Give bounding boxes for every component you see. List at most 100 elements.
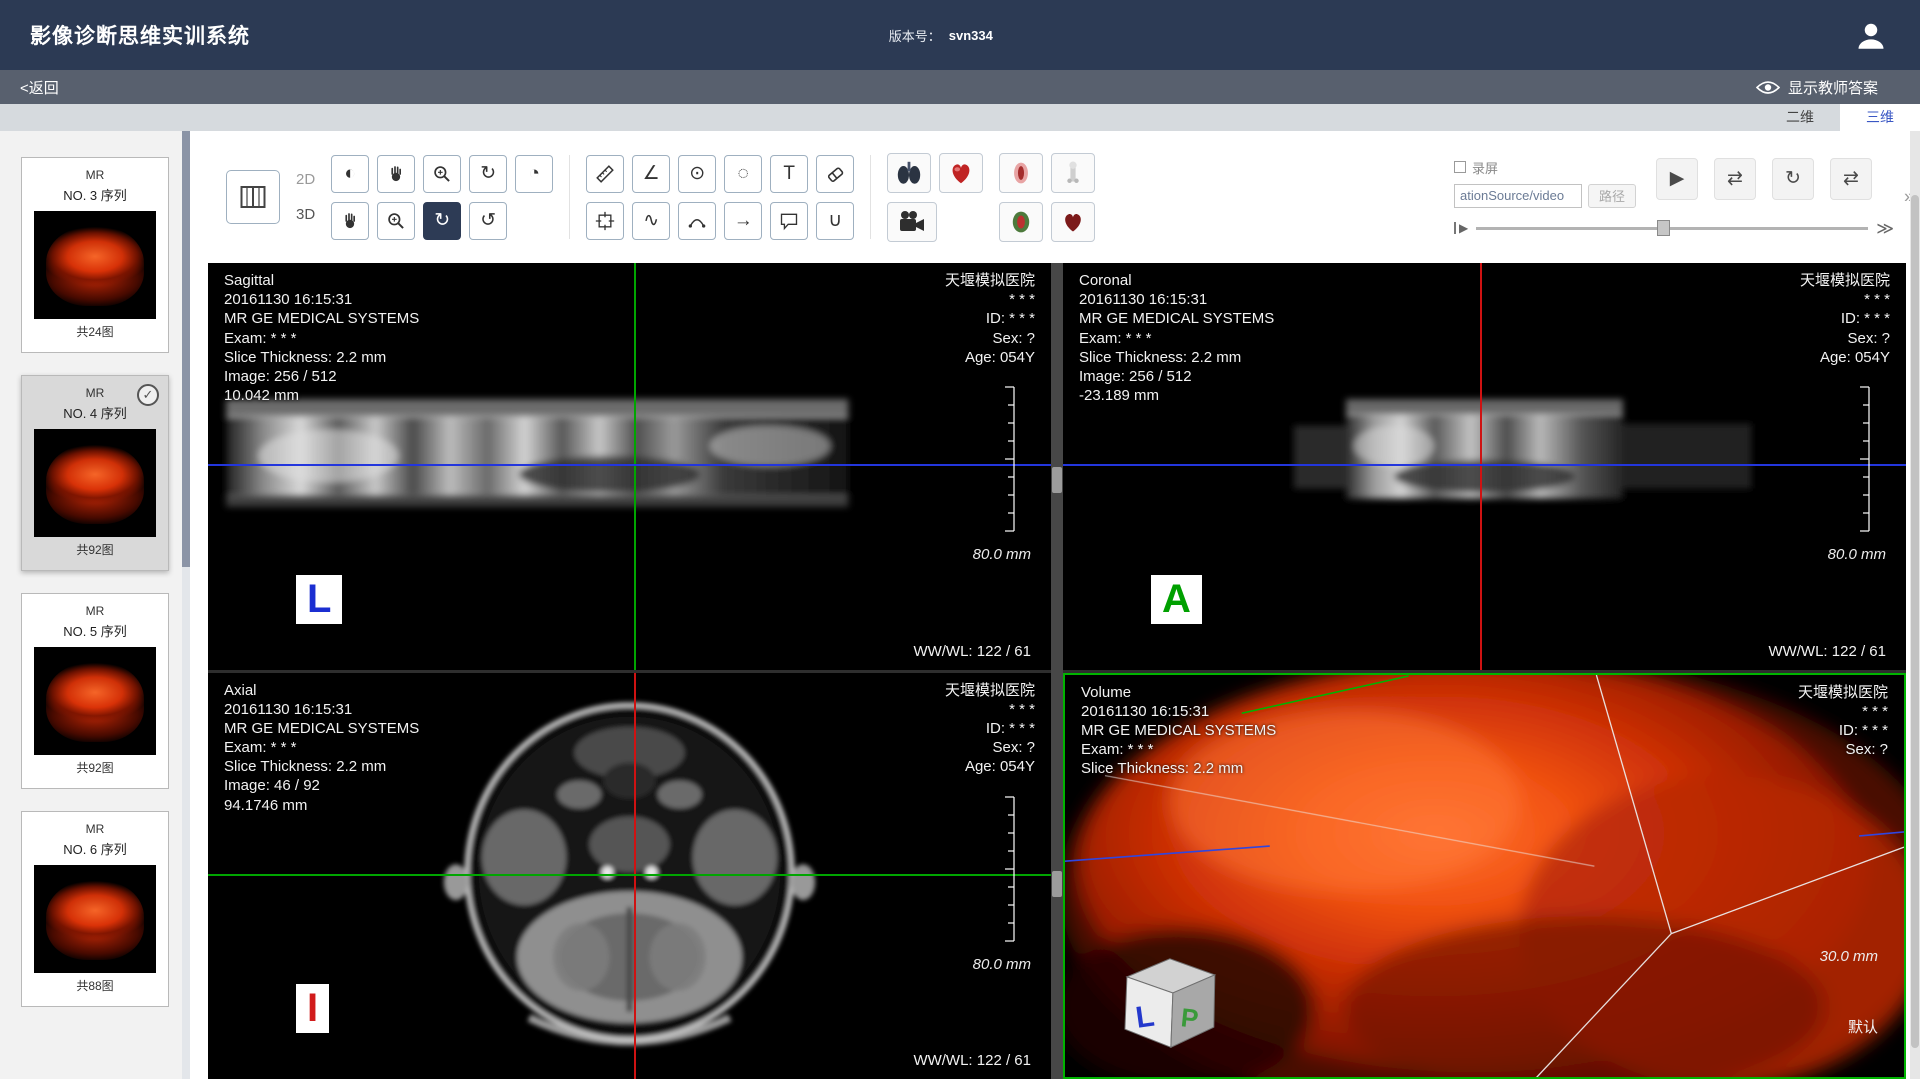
scale-value: 80.0 mm bbox=[973, 546, 1031, 563]
series-modality: MR bbox=[22, 604, 168, 618]
divider-drag-handle[interactable] bbox=[1052, 871, 1062, 897]
user-avatar-icon[interactable] bbox=[1852, 16, 1890, 54]
eye-icon bbox=[1756, 80, 1780, 95]
vp-exam: Exam: * * * bbox=[1081, 740, 1276, 759]
play-button[interactable]: ▶ bbox=[1656, 158, 1698, 200]
slider-track[interactable] bbox=[1476, 227, 1868, 230]
layout-button[interactable] bbox=[226, 170, 280, 224]
vp-id: ID: * * * bbox=[1800, 309, 1890, 328]
circle-center-icon: ⊙ bbox=[689, 162, 705, 185]
slider-handle[interactable] bbox=[1657, 220, 1670, 236]
preset-group-1 bbox=[887, 153, 983, 242]
arrow-icon: → bbox=[734, 210, 753, 232]
vp-sex: Sex: ? bbox=[1800, 329, 1890, 348]
rotate-2d-button[interactable]: ↻ bbox=[469, 155, 507, 193]
back-button[interactable]: <返回 bbox=[20, 77, 59, 98]
pan-3d-button[interactable] bbox=[331, 202, 369, 240]
dark-heart-preset-icon bbox=[1060, 208, 1086, 236]
selected-check-icon: ✓ bbox=[137, 384, 159, 406]
loop-button[interactable]: ⇄ bbox=[1714, 158, 1756, 200]
preset-throat-button[interactable] bbox=[999, 153, 1043, 193]
viewport-axial[interactable]: Axial 20161130 16:15:31 MR GE MEDICAL SY… bbox=[208, 673, 1051, 1079]
cube-back-label: P bbox=[1179, 1002, 1199, 1034]
series-card-4[interactable]: ✓ MR NO. 4 序列 共92图 bbox=[21, 375, 169, 571]
tab-3d[interactable]: 三维 bbox=[1840, 104, 1920, 131]
series-card-3[interactable]: MR NO. 3 序列 共24图 bbox=[21, 157, 169, 353]
vp-age: Age: 054Y bbox=[945, 348, 1035, 367]
series-thumbnail bbox=[34, 211, 156, 319]
text-annotation-button[interactable]: T bbox=[770, 155, 808, 193]
replay-button[interactable]: ↻ bbox=[1772, 158, 1814, 200]
record-path-input[interactable] bbox=[1454, 184, 1582, 208]
app-title: 影像诊断思维实训系统 bbox=[30, 20, 250, 50]
version-info: 版本号： svn334 bbox=[889, 26, 993, 45]
preset-heart-button[interactable] bbox=[939, 153, 983, 193]
volume-preset-label: 默认 bbox=[1848, 1016, 1878, 1037]
record-checkbox[interactable] bbox=[1454, 161, 1466, 173]
eraser-button[interactable] bbox=[816, 155, 854, 193]
bone-preset-icon bbox=[1060, 159, 1086, 187]
crosshair-horizontal-line[interactable] bbox=[1063, 464, 1906, 466]
crosshair-vertical-line[interactable] bbox=[634, 263, 636, 670]
zoom-3d-button[interactable] bbox=[377, 202, 415, 240]
preset-anatomy-button[interactable] bbox=[999, 202, 1043, 242]
tab-2d[interactable]: 二维 bbox=[1760, 104, 1840, 131]
wave-icon: ∿ bbox=[643, 209, 659, 232]
series-modality: MR bbox=[22, 168, 168, 182]
spline-tool-button[interactable] bbox=[678, 202, 716, 240]
vp-name: Coronal bbox=[1079, 271, 1274, 290]
viewport-sagittal[interactable]: Sagittal 20161130 16:15:31 MR GE MEDICAL… bbox=[208, 263, 1051, 670]
sidebar-scrollbar-thumb[interactable] bbox=[182, 131, 190, 567]
zoom-2d-button[interactable] bbox=[423, 155, 461, 193]
record-toggle[interactable]: 录屏 bbox=[1454, 158, 1636, 177]
crosshair-vertical-line[interactable] bbox=[1480, 263, 1482, 670]
contrast-2d-button[interactable]: ◔ bbox=[515, 155, 553, 193]
curve-tool-button[interactable]: ∿ bbox=[632, 202, 670, 240]
crosshair-tool-button[interactable] bbox=[586, 202, 624, 240]
crosshair-horizontal-line[interactable] bbox=[208, 464, 1051, 466]
arrow-annotation-button[interactable]: → bbox=[724, 202, 762, 240]
dotted-circle-roi-button[interactable]: ◌ bbox=[724, 155, 762, 193]
reset-rotate-icon: ↺ bbox=[480, 209, 496, 232]
reset-rotate-3d-button[interactable]: ↺ bbox=[469, 202, 507, 240]
show-teacher-answer-button[interactable]: 显示教师答案 bbox=[1756, 77, 1900, 98]
divider-drag-handle[interactable] bbox=[1052, 467, 1062, 493]
crosshair-icon bbox=[595, 211, 615, 231]
eraser-icon bbox=[824, 163, 846, 185]
record-path-button[interactable]: 路径 bbox=[1588, 184, 1636, 208]
bounce-button[interactable]: ⇄ bbox=[1830, 158, 1872, 200]
comment-tool-button[interactable] bbox=[770, 202, 808, 240]
series-card-6[interactable]: MR NO. 6 序列 共88图 bbox=[21, 811, 169, 1007]
slider-start-icon: ▶ bbox=[1454, 222, 1468, 234]
viewer-grid: Sagittal 20161130 16:15:31 MR GE MEDICAL… bbox=[208, 263, 1906, 1079]
contrast-icon: ◔ bbox=[528, 163, 539, 185]
pan-2d-button[interactable] bbox=[377, 155, 415, 193]
crosshair-horizontal-line[interactable] bbox=[208, 874, 1051, 876]
viewport-volume-3d[interactable]: L P Volume 20161130 16:15:31 MR GE MEDIC… bbox=[1063, 673, 1906, 1079]
layout-grid-icon bbox=[240, 184, 266, 210]
series-name: NO. 6 序列 bbox=[22, 839, 168, 858]
window-level-2d-button[interactable]: ◐ bbox=[331, 155, 369, 193]
vp-stars: * * * bbox=[1800, 290, 1890, 309]
page-scrollbar[interactable] bbox=[1910, 131, 1920, 1079]
coronal-meta-left: Coronal 20161130 16:15:31 MR GE MEDICAL … bbox=[1079, 271, 1274, 405]
angle-tool-button[interactable]: ∠ bbox=[632, 155, 670, 193]
preset-bone-button[interactable] bbox=[1051, 153, 1095, 193]
sidebar-scrollbar[interactable] bbox=[182, 131, 190, 1079]
circle-roi-button[interactable]: ⊙ bbox=[678, 155, 716, 193]
orientation-marker: L bbox=[296, 575, 342, 624]
rotate-3d-button[interactable]: ↻ bbox=[423, 202, 461, 240]
preset-lung-button[interactable] bbox=[887, 153, 931, 193]
viewer-vertical-divider[interactable] bbox=[1051, 263, 1063, 1079]
crosshair-vertical-line[interactable] bbox=[634, 673, 636, 1079]
record-camera-button[interactable] bbox=[887, 202, 937, 242]
protractor-tool-button[interactable]: ∪ bbox=[816, 202, 854, 240]
viewport-coronal[interactable]: Coronal 20161130 16:15:31 MR GE MEDICAL … bbox=[1063, 263, 1906, 670]
preset-heart-dark-button[interactable] bbox=[1051, 202, 1095, 242]
vp-sex: Sex: ? bbox=[945, 329, 1035, 348]
ruler-tool-button[interactable] bbox=[586, 155, 624, 193]
vp-sex: Sex: ? bbox=[945, 738, 1035, 757]
vp-image-index: Image: 46 / 92 bbox=[224, 776, 419, 795]
page-scrollbar-thumb[interactable] bbox=[1911, 195, 1919, 1048]
series-card-5[interactable]: MR NO. 5 序列 共92图 bbox=[21, 593, 169, 789]
